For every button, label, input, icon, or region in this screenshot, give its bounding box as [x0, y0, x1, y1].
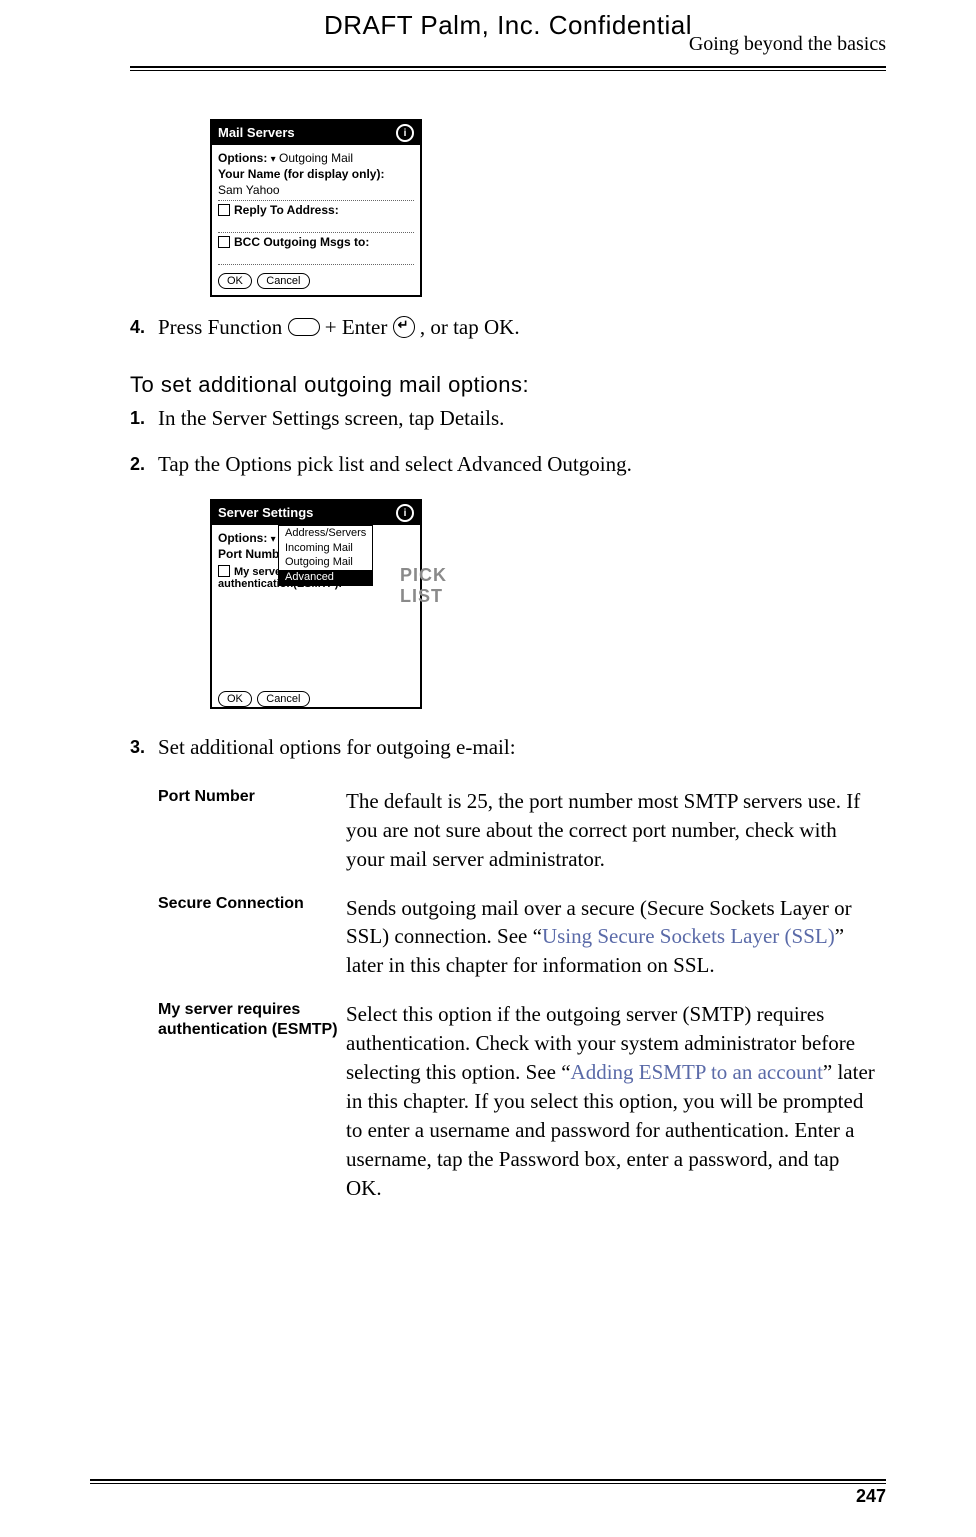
info-icon: i: [396, 504, 414, 522]
step-text: Set additional options for outgoing e-ma…: [158, 733, 886, 762]
reply-to-checkbox: Reply To Address:: [218, 204, 414, 217]
figure-server-settings: Server Settings i Options: ▾ Port Numb M…: [170, 499, 422, 709]
step-text: In the Server Settings screen, tap Detai…: [158, 404, 886, 433]
step-3: 3. Set additional options for outgoing e…: [130, 733, 886, 762]
function-key-icon: [288, 318, 320, 336]
table-row: Secure Connection Sends outgoing mail ov…: [158, 884, 886, 991]
term-port-number: Port Number: [158, 777, 346, 884]
picklist-item-selected: Advanced: [279, 570, 372, 585]
step-4: 4. Press Function + Enter , or tap OK.: [130, 313, 886, 342]
xref-ssl[interactable]: Using Secure Sockets Layer (SSL): [542, 924, 835, 948]
yourname-value: Sam Yahoo: [218, 184, 414, 200]
xref-esmtp[interactable]: Adding ESMTP to an account: [571, 1060, 823, 1084]
bcc-checkbox: BCC Outgoing Msgs to:: [218, 236, 414, 249]
definition: The default is 25, the port number most …: [346, 777, 886, 884]
step-1: 1. In the Server Settings screen, tap De…: [130, 404, 886, 433]
step-number: 2.: [130, 450, 158, 479]
options-picklist: Address/Servers Incoming Mail Outgoing M…: [278, 525, 373, 586]
table-row: My server requires authentication (ESMTP…: [158, 990, 886, 1213]
procedure-heading: To set additional outgoing mail options:: [130, 372, 886, 398]
options-table: Port Number The default is 25, the port …: [158, 777, 886, 1214]
options-label: Options:: [218, 151, 267, 165]
step-text: Tap the Options pick list and select Adv…: [158, 450, 886, 479]
page-number: 247: [90, 1486, 886, 1507]
enter-key-icon: [393, 316, 415, 338]
ok-button: OK: [218, 273, 252, 289]
picklist-item: Address/Servers: [279, 526, 372, 541]
term-esmtp: My server requires authentication (ESMTP…: [158, 990, 346, 1213]
step-2: 2. Tap the Options pick list and select …: [130, 450, 886, 479]
picklist-item: Outgoing Mail: [279, 555, 372, 570]
step-text: , or tap OK.: [420, 315, 520, 339]
step-number: 4.: [130, 313, 158, 342]
dialog-title: Server Settings: [218, 506, 313, 520]
definition: Select this option if the outgoing serve…: [346, 990, 886, 1213]
table-row: Port Number The default is 25, the port …: [158, 777, 886, 884]
info-icon: i: [396, 124, 414, 142]
page-footer: 247: [90, 1479, 886, 1507]
step-text: Press Function: [158, 315, 288, 339]
cancel-button: Cancel: [257, 691, 309, 707]
cancel-button: Cancel: [257, 273, 309, 289]
step-number: 1.: [130, 404, 158, 433]
definition: Sends outgoing mail over a secure (Secur…: [346, 884, 886, 991]
options-label: Options:: [218, 531, 267, 545]
ok-button: OK: [218, 691, 252, 707]
options-value: Outgoing Mail: [279, 151, 353, 165]
figure-mail-servers: Mail Servers i Options: ▾ Outgoing Mail …: [170, 119, 422, 297]
step-text: + Enter: [325, 315, 393, 339]
yourname-label: Your Name (for display only):: [218, 168, 414, 181]
callout-pick-list: PICK LIST: [400, 565, 447, 607]
term-secure-connection: Secure Connection: [158, 884, 346, 991]
picklist-item: Incoming Mail: [279, 541, 372, 556]
step-number: 3.: [130, 733, 158, 762]
dialog-title: Mail Servers: [218, 126, 295, 140]
